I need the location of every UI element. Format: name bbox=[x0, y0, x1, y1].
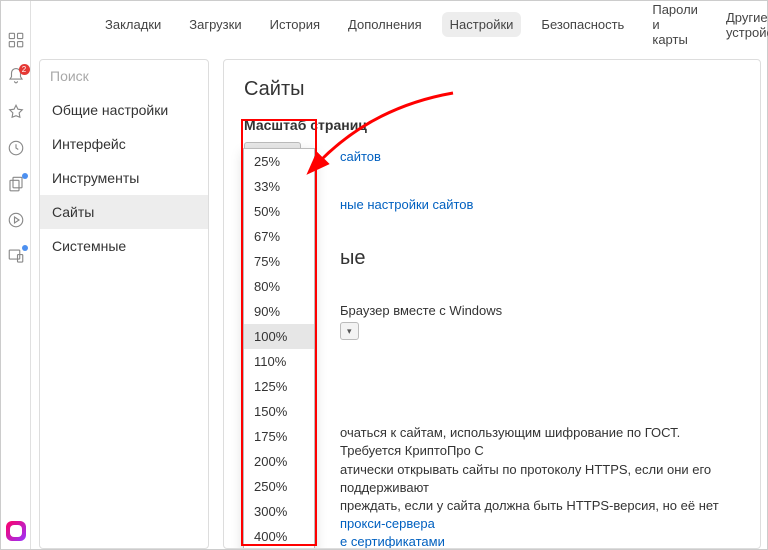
certificates-link[interactable]: е сертификатами bbox=[340, 534, 445, 549]
zoom-option[interactable]: 125% bbox=[244, 374, 314, 399]
zoom-option[interactable]: 80% bbox=[244, 274, 314, 299]
sidebar-item-tools[interactable]: Инструменты bbox=[40, 161, 208, 195]
zoom-option[interactable]: 33% bbox=[244, 174, 314, 199]
launch-select[interactable]: ▾ bbox=[340, 322, 359, 341]
sidebar-item-sites[interactable]: Сайты bbox=[40, 195, 208, 229]
zoom-option-selected[interactable]: 100% bbox=[244, 324, 314, 349]
zoom-option[interactable]: 67% bbox=[244, 224, 314, 249]
zoom-option[interactable]: 300% bbox=[244, 499, 314, 524]
devices-icon[interactable] bbox=[7, 247, 25, 265]
tab-history[interactable]: История bbox=[262, 12, 328, 37]
zoom-option[interactable]: 25% bbox=[244, 149, 314, 174]
sidebar-item-interface[interactable]: Интерфейс bbox=[40, 127, 208, 161]
content-wrap: Поиск Общие настройки Интерфейс Инструме… bbox=[39, 59, 761, 549]
text-line: очаться к сайтам, использующим шифровани… bbox=[340, 424, 744, 460]
play-icon[interactable] bbox=[7, 211, 25, 229]
apps-grid-icon[interactable] bbox=[7, 31, 25, 49]
blue-dot-icon bbox=[22, 173, 28, 179]
page-title: Сайты bbox=[244, 78, 740, 101]
text-line: преждать, если у сайта должна быть HTTPS… bbox=[340, 497, 744, 515]
zoom-option[interactable]: 50% bbox=[244, 199, 314, 224]
zoom-option[interactable]: 75% bbox=[244, 249, 314, 274]
tab-bookmarks[interactable]: Закладки bbox=[97, 12, 169, 37]
left-rail: 2 bbox=[1, 1, 31, 549]
tab-downloads[interactable]: Загрузки bbox=[181, 12, 249, 37]
zoom-option[interactable]: 400% bbox=[244, 524, 314, 549]
tab-security[interactable]: Безопасность bbox=[533, 12, 632, 37]
zoom-dropdown[interactable]: 25% 33% 50% 67% 75% 80% 90% 100% 110% 12… bbox=[243, 148, 315, 549]
tab-devices[interactable]: Другие устройства bbox=[718, 5, 768, 45]
sidebar-item-general[interactable]: Общие настройки bbox=[40, 93, 208, 127]
zoom-option[interactable]: 175% bbox=[244, 424, 314, 449]
main-right-column: сайтов ные настройки сайтов ые Браузер в… bbox=[340, 148, 744, 549]
files-icon[interactable] bbox=[7, 175, 25, 193]
zoom-option[interactable]: 200% bbox=[244, 449, 314, 474]
top-nav: Закладки Загрузки История Дополнения Нас… bbox=[39, 1, 767, 49]
sites-link[interactable]: сайтов bbox=[340, 149, 381, 164]
badge: 2 bbox=[19, 64, 30, 75]
sidebar-item-system[interactable]: Системные bbox=[40, 229, 208, 263]
zoom-option[interactable]: 150% bbox=[244, 399, 314, 424]
star-icon[interactable] bbox=[7, 103, 25, 121]
chevron-down-icon: ▾ bbox=[347, 325, 352, 338]
clock-icon[interactable] bbox=[7, 139, 25, 157]
tab-passwords[interactable]: Пароли и карты bbox=[644, 0, 706, 52]
advanced-sites-link[interactable]: ные настройки сайтов bbox=[340, 197, 473, 212]
zoom-heading: Масштаб страниц bbox=[244, 117, 740, 133]
main-panel: Сайты Масштаб страниц 100% ▾ 25% 33% 50%… bbox=[223, 59, 761, 549]
search-input[interactable]: Поиск bbox=[40, 60, 208, 93]
settings-sidebar: Поиск Общие настройки Интерфейс Инструме… bbox=[39, 59, 209, 549]
zoom-option[interactable]: 110% bbox=[244, 349, 314, 374]
tab-addons[interactable]: Дополнения bbox=[340, 12, 430, 37]
section-heading-partial: ые bbox=[340, 244, 744, 272]
tab-settings[interactable]: Настройки bbox=[442, 12, 522, 37]
zoom-option[interactable]: 90% bbox=[244, 299, 314, 324]
blue-dot-icon bbox=[22, 245, 28, 251]
zoom-option[interactable]: 250% bbox=[244, 474, 314, 499]
bell-icon[interactable]: 2 bbox=[7, 67, 25, 85]
launch-with-windows-label: Браузер вместе с Windows bbox=[340, 303, 502, 318]
proxy-link[interactable]: прокси-сервера bbox=[340, 516, 435, 531]
text-line: атически открывать сайты по протоколу HT… bbox=[340, 461, 744, 497]
browser-logo-icon[interactable] bbox=[6, 521, 26, 541]
